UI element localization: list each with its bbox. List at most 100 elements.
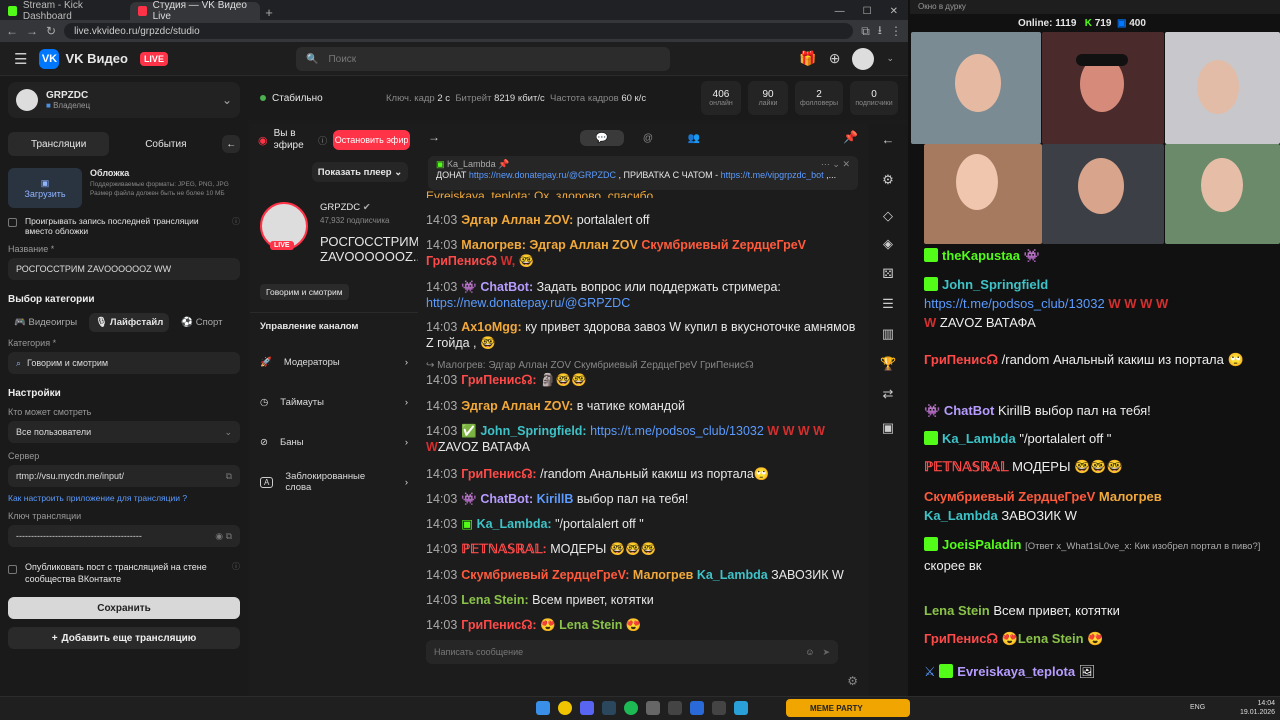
chat-user[interactable]: ГриПенис☊: bbox=[461, 618, 536, 632]
cat-tab-sport[interactable]: ⚽ Спорт bbox=[175, 313, 228, 332]
settings-gear-icon[interactable]: ⚙ bbox=[847, 674, 858, 688]
chat-link[interactable]: https://t.me/podsos_club/13032 bbox=[590, 424, 764, 438]
extensions-icon[interactable]: ⧉ bbox=[861, 24, 870, 39]
chat-mention[interactable]: Ka_Lambda bbox=[697, 568, 768, 582]
avatar[interactable] bbox=[852, 47, 875, 70]
reload-icon[interactable]: ↻ bbox=[46, 24, 56, 38]
telegram-icon[interactable] bbox=[734, 701, 748, 715]
tab-vk-studio[interactable]: Студия — VK Видео Live bbox=[130, 0, 260, 22]
send-icon[interactable]: ➤ bbox=[822, 647, 830, 658]
discord-icon[interactable] bbox=[580, 701, 594, 715]
app-icon[interactable] bbox=[668, 701, 682, 715]
maximize-icon[interactable]: ☐ bbox=[863, 6, 872, 17]
menu-blocked-words[interactable]: A Заблокированные слова › bbox=[250, 462, 418, 502]
chat-messages-icon[interactable]: 💬 bbox=[580, 130, 624, 146]
forward-icon[interactable]: → bbox=[26, 24, 38, 38]
list-icon[interactable]: ☰ bbox=[880, 296, 896, 312]
dice-icon[interactable]: ⚄ bbox=[880, 266, 896, 282]
chat-link[interactable]: https://new.donatepay.ru/@GRPZDC bbox=[426, 296, 630, 310]
eye-icon[interactable]: ◉ ⧉ bbox=[215, 531, 232, 542]
chat-mention[interactable]: Скумбриевый ZердцеГреV bbox=[641, 238, 806, 252]
chat-user[interactable]: Эдгар Аллан ZOV: bbox=[461, 213, 573, 227]
settings-icon[interactable]: ⚙ bbox=[880, 172, 896, 188]
steam-icon[interactable] bbox=[602, 701, 616, 715]
pinned-link[interactable]: https://t.me/vipgrpzdc_bot bbox=[721, 170, 824, 180]
app-icon[interactable] bbox=[690, 701, 704, 715]
title-input[interactable]: РОСГОССТРИМ ZAVOOOOOOZ WW bbox=[8, 258, 240, 280]
publish-checkbox[interactable] bbox=[8, 565, 17, 574]
meme-party-widget[interactable]: MEME PARTY bbox=[786, 699, 910, 717]
back-arrow-icon[interactable]: ← bbox=[880, 132, 896, 148]
chat-user[interactable]: John_Springfield: bbox=[480, 424, 586, 438]
show-player-button[interactable]: Показать плеер ⌄ bbox=[312, 162, 408, 182]
chat-user[interactable]: Ax1oMgg: bbox=[461, 320, 521, 334]
vk-logo-icon[interactable]: VK bbox=[39, 48, 60, 69]
chat-mention[interactable]: Эдгар Аллан ZOV bbox=[529, 238, 638, 252]
menu-dots-icon[interactable]: ⋮ bbox=[890, 24, 902, 38]
url-field[interactable]: live.vkvideo.ru/grpzdc/studio bbox=[64, 23, 854, 39]
tab-events[interactable]: События bbox=[115, 132, 216, 156]
menu-timeouts[interactable]: ◷ Таймауты › bbox=[250, 382, 418, 422]
add-stream-button[interactable]: + Добавить еще трансляцию bbox=[8, 627, 240, 649]
chat-user[interactable]: ГриПенис☊: bbox=[461, 467, 536, 481]
language-indicator[interactable]: ENG bbox=[1190, 704, 1205, 711]
emoji-icon[interactable]: ☺ bbox=[805, 647, 814, 657]
cat-tab-lifestyle[interactable]: 🎙 Лайфстайл bbox=[89, 313, 170, 332]
gift-icon[interactable]: 🎁 bbox=[799, 50, 816, 67]
start-menu-icon[interactable] bbox=[536, 701, 550, 715]
pin-icon[interactable]: 📌 bbox=[843, 130, 858, 144]
chat-user[interactable]: Малогрев: bbox=[461, 238, 526, 252]
widget-icon[interactable]: ▣ bbox=[880, 420, 896, 436]
chat-input[interactable]: Написать сообщение ☺ ➤ bbox=[426, 640, 838, 664]
minimize-icon[interactable]: — bbox=[835, 6, 845, 17]
chat-mention[interactable]: KirillB bbox=[537, 492, 574, 506]
close-window-icon[interactable]: ✕ bbox=[890, 6, 898, 17]
clock[interactable]: 14:04 19.01.2026 bbox=[1240, 699, 1275, 717]
server-input[interactable]: rtmp://vsu.mycdn.me/input/ ⧉ bbox=[8, 465, 240, 487]
chat-user[interactable]: ChatBot: bbox=[480, 280, 533, 294]
diamond-icon[interactable]: ◈ bbox=[880, 236, 896, 252]
howto-link[interactable]: Как настроить приложение для трансляции … bbox=[8, 493, 240, 503]
app-icon[interactable] bbox=[646, 701, 660, 715]
channel-selector[interactable]: GRPZDC ■ Владелец ⌄ bbox=[8, 82, 240, 118]
chevron-down-icon[interactable]: ⌄ bbox=[886, 53, 894, 64]
save-button[interactable]: Сохранить bbox=[8, 597, 240, 619]
copy-icon[interactable]: ⧉ bbox=[226, 471, 232, 482]
upload-cover-button[interactable]: ▣ Загрузить bbox=[8, 168, 82, 208]
chat-mention[interactable]: Малогрев bbox=[633, 568, 693, 582]
chat-user[interactable]: Lena Stein: bbox=[461, 593, 528, 607]
gem-icon[interactable]: ◇ bbox=[880, 208, 896, 224]
tab-kick-dashboard[interactable]: Stream - Kick Dashboard bbox=[0, 0, 130, 22]
chart-icon[interactable]: ▥ bbox=[880, 326, 896, 342]
chat-user[interactable]: Ka_Lambda: bbox=[477, 517, 552, 531]
chat-user[interactable]: ℙ𝔼𝕋ℕ𝔸𝕊ℝ𝔸𝕃: bbox=[461, 542, 546, 556]
close-icon[interactable]: ✕ bbox=[842, 159, 850, 169]
chevron-down-icon[interactable]: ⌄ bbox=[832, 159, 840, 169]
spotify-icon[interactable] bbox=[624, 701, 638, 715]
swap-icon[interactable]: ⇄ bbox=[880, 386, 896, 402]
menu-bans[interactable]: ⊘ Баны › bbox=[250, 422, 418, 462]
users-icon[interactable]: 👥 bbox=[672, 130, 716, 146]
search-input[interactable]: 🔍 Поиск bbox=[296, 47, 670, 71]
chat-user[interactable]: ГриПенис☊: bbox=[461, 373, 536, 387]
trophy-icon[interactable]: 🏆 bbox=[880, 356, 896, 372]
chat-user[interactable]: Эдгар Аллан ZOV: bbox=[461, 399, 573, 413]
menu-moderators[interactable]: 🚀 Модераторы › bbox=[250, 342, 418, 382]
tab-streams[interactable]: Трансляции bbox=[8, 132, 110, 156]
new-tab-icon[interactable]: + bbox=[260, 5, 278, 20]
pinned-link[interactable]: https://new.donatepay.ru/@GRPZDC bbox=[469, 170, 616, 180]
chat-mention[interactable]: Lena Stein bbox=[559, 618, 622, 632]
replay-checkbox[interactable] bbox=[8, 218, 17, 227]
key-input[interactable]: ----------------------------------------… bbox=[8, 525, 240, 547]
collapse-arrow-icon[interactable]: ← bbox=[222, 135, 240, 153]
popout-icon[interactable]: → bbox=[428, 130, 440, 144]
back-icon[interactable]: ← bbox=[6, 24, 18, 38]
mentions-icon[interactable]: @ bbox=[626, 130, 670, 146]
chat-mention[interactable]: ГриПенис☊ bbox=[426, 254, 497, 268]
menu-dots-icon[interactable]: ⋯ bbox=[821, 159, 830, 169]
hamburger-menu-icon[interactable]: ☰ bbox=[14, 50, 27, 68]
stop-stream-button[interactable]: Остановить эфир bbox=[333, 130, 410, 150]
app-icon[interactable] bbox=[712, 701, 726, 715]
download-icon[interactable]: ⭳ bbox=[878, 21, 882, 42]
category-input[interactable]: ⌕ Говорим и смотрим bbox=[8, 352, 240, 374]
